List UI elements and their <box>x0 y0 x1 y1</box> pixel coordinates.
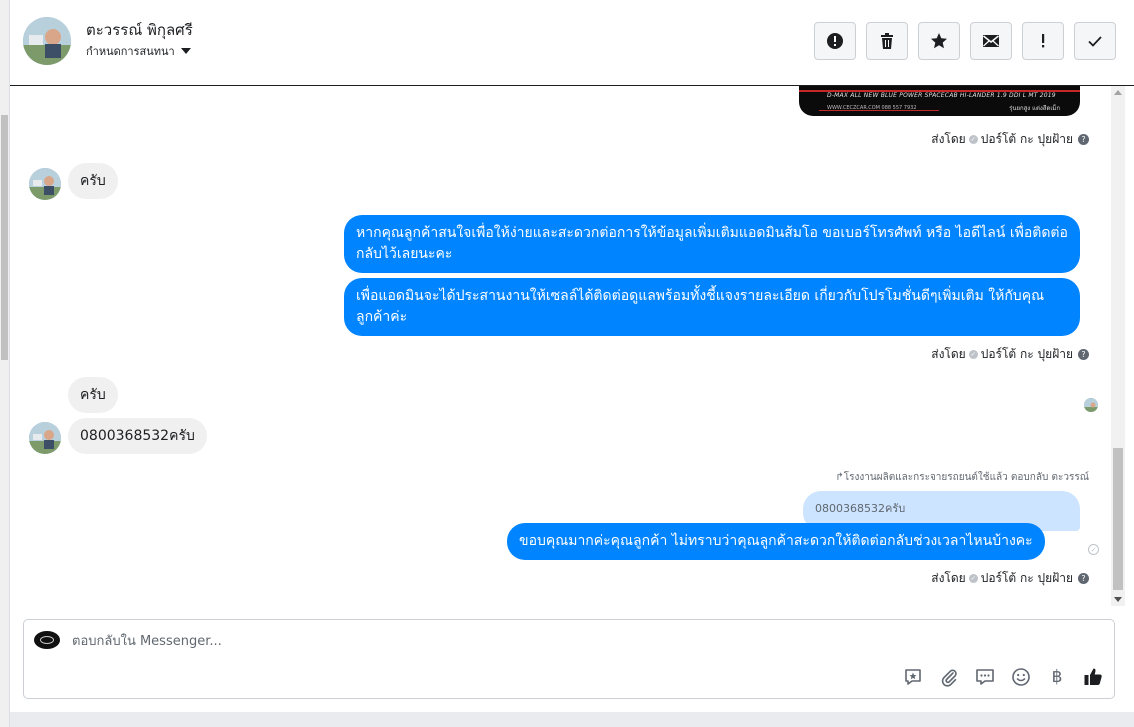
priority-button[interactable] <box>1022 22 1064 60</box>
chat-bubbles-icon <box>976 669 994 685</box>
left-scrollbar-thumb[interactable] <box>1 115 8 360</box>
attach-button[interactable] <box>938 666 960 688</box>
help-icon[interactable]: ? <box>1078 573 1089 584</box>
conversation-settings-dropdown[interactable]: กำหนดการสนทนา <box>86 42 191 60</box>
delete-button[interactable] <box>866 22 908 60</box>
message-thread[interactable]: D-MAX ALL NEW BLUE POWER SPACECAB HI-LAN… <box>10 86 1111 606</box>
conversation-panel: ตะวรรณ์ พิกุลศรี กำหนดการสนทนา D-MAX ALL… <box>10 0 1134 712</box>
left-scrollbar[interactable] <box>0 0 10 727</box>
emoji-button[interactable] <box>1010 666 1032 688</box>
baht-icon: ฿ <box>1051 667 1063 687</box>
image-caption-note: รุ่นยกสูง แต่งสีดเม็ก <box>1009 105 1060 112</box>
attachment-icon <box>941 669 957 687</box>
incoming-message[interactable]: ครับ <box>68 377 118 413</box>
car-image-attachment[interactable]: D-MAX ALL NEW BLUE POWER SPACECAB HI-LAN… <box>799 86 1080 116</box>
check-badge-icon: ✓ <box>968 135 978 144</box>
caret-down-icon <box>180 48 191 54</box>
saved-reply-button[interactable] <box>902 666 924 688</box>
scroll-down-arrow-icon[interactable] <box>1114 597 1122 602</box>
payment-button[interactable]: ฿ <box>1046 666 1068 688</box>
incoming-message[interactable]: ครับ <box>68 163 118 199</box>
quick-replies-button[interactable] <box>974 666 996 688</box>
outgoing-message[interactable]: เพื่อแอดมินจะได้ประสานงานให้เซลล์ได้ติดต… <box>344 278 1080 336</box>
conversation-settings-label: กำหนดการสนทนา <box>86 45 175 58</box>
contact-avatar[interactable] <box>23 17 71 65</box>
done-button[interactable] <box>1074 22 1116 60</box>
sent-by-agent: ปอร์โต้ กะ ปุยฝ้าย <box>980 132 1073 146</box>
seen-avatar <box>1084 398 1098 412</box>
outgoing-message[interactable]: ขอบคุณมากค่ะคุณลูกค้า ไม่ทราบว่าคุณลูกค้… <box>507 523 1045 560</box>
sent-by-agent: ปอร์โต้ กะ ปุยฝ้าย <box>980 571 1073 585</box>
mark-unread-button[interactable] <box>970 22 1012 60</box>
sent-by-prefix: ส่งโดย <box>931 132 966 146</box>
like-button[interactable] <box>1082 666 1104 688</box>
check-badge-icon: ✓ <box>968 574 978 583</box>
help-icon[interactable]: ? <box>1078 349 1089 360</box>
reply-arrow-icon: ↱ <box>835 472 844 483</box>
star-icon <box>931 33 947 49</box>
reply-context-text: โรงงานผลิตและกระจายรถยนต์ใช้แล้ว ตอบกลับ… <box>843 472 1089 483</box>
exclamation-icon <box>1042 34 1045 48</box>
sent-by-label: ส่งโดย ✓ ปอร์โต้ กะ ปุยฝ้าย ? <box>931 130 1089 149</box>
image-caption-title: D-MAX ALL NEW BLUE POWER SPACECAB HI-LAN… <box>827 92 1056 99</box>
composer-toolbar: ฿ <box>902 666 1104 688</box>
delivered-check-icon: ✓ <box>1088 544 1099 555</box>
image-underline <box>819 110 939 111</box>
thread-scrollbar[interactable] <box>1111 86 1125 606</box>
reply-context-note: ↱โรงงานผลิตและกระจายรถยนต์ใช้แล้ว ตอบกลั… <box>835 470 1089 485</box>
envelope-icon <box>983 35 999 47</box>
alert-circle-icon <box>827 33 843 49</box>
sent-by-prefix: ส่งโดย <box>931 347 966 361</box>
contact-name[interactable]: ตะวรรณ์ พิกุลศรี <box>86 18 193 42</box>
message-composer: ฿ <box>23 619 1115 699</box>
sender-avatar[interactable] <box>29 422 61 454</box>
sent-by-label: ส่งโดย ✓ ปอร์โต้ กะ ปุยฝ้าย ? <box>931 569 1089 588</box>
sent-by-agent: ปอร์โต้ กะ ปุยฝ้าย <box>980 347 1073 361</box>
star-button[interactable] <box>918 22 960 60</box>
thread-scrollbar-thumb[interactable] <box>1113 448 1123 590</box>
sender-avatar[interactable] <box>29 168 61 200</box>
saved-reply-icon <box>905 669 921 685</box>
trash-icon <box>881 33 893 49</box>
header-toolbar <box>814 22 1116 60</box>
help-icon[interactable]: ? <box>1078 134 1089 145</box>
sent-by-label: ส่งโดย ✓ ปอร์โต้ กะ ปุยฝ้าย ? <box>931 345 1089 364</box>
sent-by-prefix: ส่งโดย <box>931 571 966 585</box>
emoji-icon <box>1012 668 1030 686</box>
incoming-message[interactable]: 0800368532ครับ <box>68 418 207 454</box>
page-logo-icon <box>34 631 60 649</box>
scroll-up-arrow-icon[interactable] <box>1114 90 1122 95</box>
conversation-header: ตะวรรณ์ พิกุลศรี กำหนดการสนทนา <box>10 0 1134 86</box>
spam-button[interactable] <box>814 22 856 60</box>
check-badge-icon: ✓ <box>968 350 978 359</box>
thumbs-up-icon <box>1084 668 1102 685</box>
reply-input[interactable] <box>72 630 972 652</box>
outgoing-message[interactable]: หากคุณลูกค้าสนใจเพื่อให้ง่ายและสะดวกต่อก… <box>344 215 1080 273</box>
check-icon <box>1088 36 1102 47</box>
